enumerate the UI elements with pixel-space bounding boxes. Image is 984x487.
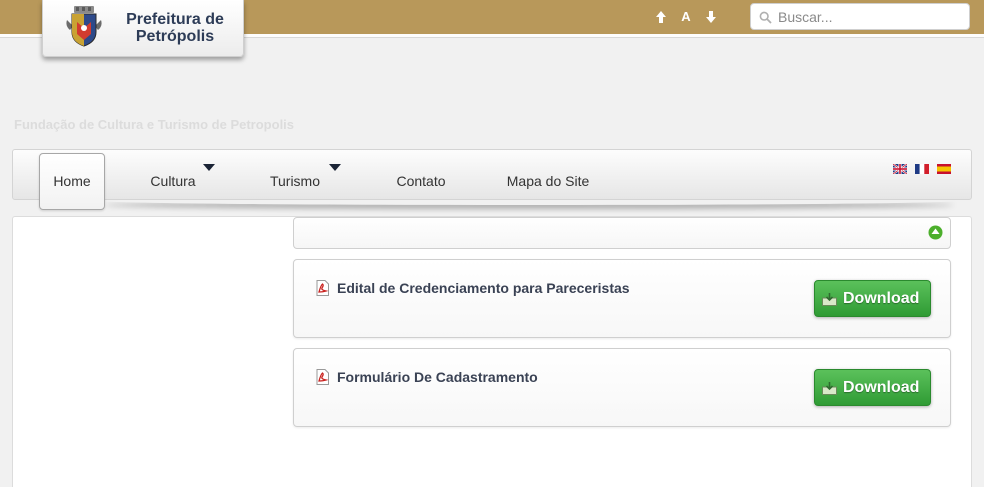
search-icon xyxy=(759,11,772,24)
download-button-label: Download xyxy=(843,290,920,307)
logo-link[interactable]: Prefeitura de Petrópolis xyxy=(42,0,244,57)
increase-font-button[interactable] xyxy=(653,9,669,25)
search-input[interactable] xyxy=(778,7,963,27)
chevron-down-icon xyxy=(329,164,341,171)
arrow-down-icon xyxy=(706,11,716,23)
document-card: Edital de Credenciamento para Parecerist… xyxy=(293,259,951,338)
document-title[interactable]: Edital de Credenciamento para Parecerist… xyxy=(337,280,630,296)
document-title[interactable]: Formulário De Cadastramento xyxy=(337,369,538,385)
decrease-font-button[interactable] xyxy=(703,9,719,25)
reset-font-button[interactable]: A xyxy=(678,9,694,25)
download-button[interactable]: Download xyxy=(814,369,931,406)
chevron-down-icon xyxy=(203,164,215,171)
spanish-flag-icon[interactable] xyxy=(937,164,951,174)
english-flag-icon[interactable] xyxy=(893,164,907,174)
pdf-icon xyxy=(316,369,329,385)
main-nav: Home Cultura Turismo Contato Mapa do Sit… xyxy=(12,149,972,210)
nav-item-turismo[interactable]: Turismo xyxy=(253,150,337,201)
back-to-top-icon[interactable] xyxy=(928,225,943,240)
french-flag-icon[interactable] xyxy=(915,164,929,174)
pdf-icon xyxy=(316,280,329,296)
top-toolbar xyxy=(293,217,951,249)
download-button[interactable]: Download xyxy=(814,280,931,317)
site-subtitle: Fundação de Cultura e Turismo de Petropo… xyxy=(14,117,295,132)
arrow-up-icon xyxy=(656,11,666,23)
download-button-label: Download xyxy=(843,379,920,396)
nav-item-cultura[interactable]: Cultura xyxy=(131,150,215,201)
nav-item-home[interactable]: Home xyxy=(39,153,105,210)
nav-item-mapa-do-site[interactable]: Mapa do Site xyxy=(497,150,599,201)
download-icon xyxy=(822,293,837,306)
coat-of-arms-icon xyxy=(66,6,102,47)
logo-line-2: Petrópolis xyxy=(135,28,215,45)
logo-text: Prefeitura de Petrópolis xyxy=(113,11,237,45)
download-icon xyxy=(822,382,837,395)
nav-item-contato[interactable]: Contato xyxy=(379,150,463,201)
document-card: Formulário De Cadastramento Download xyxy=(293,348,951,427)
search-box xyxy=(750,3,970,30)
logo-line-1: Prefeitura de xyxy=(126,11,224,28)
